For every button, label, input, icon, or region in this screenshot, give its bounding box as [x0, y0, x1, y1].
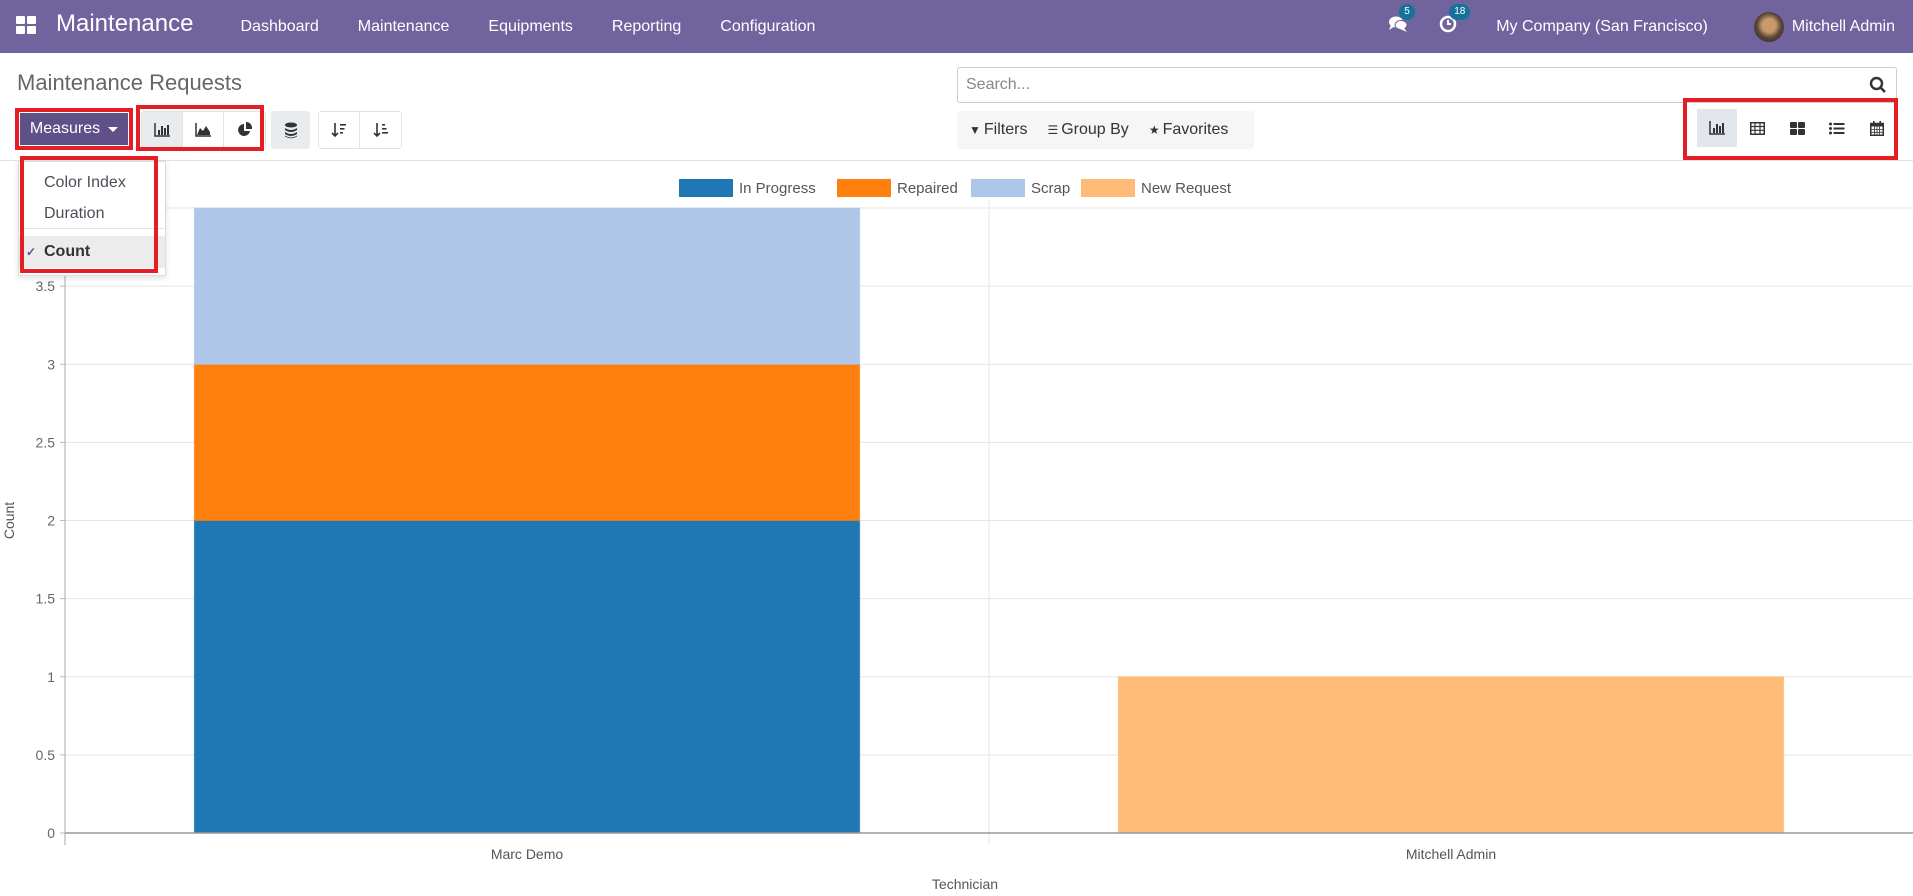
app-brand[interactable]: Maintenance [56, 10, 193, 38]
sort-descending-button[interactable] [319, 112, 360, 148]
view-calendar-button[interactable] [1857, 109, 1897, 147]
y-tick-label: 3.5 [36, 278, 56, 294]
control-panel: Maintenance Requests Measures ▼Filters [0, 53, 1913, 161]
filters-label: Filters [983, 121, 1028, 138]
filters-button[interactable]: ▼ Filters [969, 121, 1027, 139]
bars-icon: ☰ [1047, 123, 1059, 137]
group-by-label: Group By [1061, 121, 1129, 138]
x-axis-label: Technician [932, 876, 998, 891]
menu-reporting[interactable]: Reporting [592, 18, 700, 36]
table-icon [1749, 121, 1765, 135]
y-tick-label: 1.5 [36, 591, 56, 607]
y-tick-label: 1 [47, 669, 55, 685]
menu-maintenance[interactable]: Maintenance [338, 18, 469, 36]
menu-equipments[interactable]: Equipments [469, 18, 593, 36]
bar-segment [193, 363, 861, 521]
search-options: ▼ Filters ☰ Group By ★ Favorites [957, 111, 1254, 149]
pie-chart-button[interactable] [224, 112, 265, 148]
sort-ascending-button[interactable] [360, 112, 401, 148]
check-icon: ✓ [26, 245, 37, 259]
view-list-button[interactable] [1817, 109, 1857, 147]
list-icon [1829, 122, 1845, 134]
sort-group [318, 111, 402, 149]
search-input[interactable] [966, 76, 1868, 94]
sort-amount-down-icon [331, 123, 346, 138]
calendar-icon [1870, 120, 1884, 136]
activities-badge: 18 [1449, 4, 1471, 20]
main-menu: Dashboard Maintenance Equipments Reporti… [221, 0, 835, 53]
messages-button[interactable]: 5 [1388, 4, 1415, 38]
systray: 5 18 My Company (San Francisco) Mitchell… [1388, 0, 1895, 53]
activities-button[interactable]: 18 [1438, 4, 1471, 38]
measure-count[interactable]: ✓ Count [19, 236, 165, 268]
th-large-icon [1789, 121, 1805, 135]
star-icon: ★ [1148, 123, 1160, 137]
menu-configuration[interactable]: Configuration [701, 18, 835, 36]
top-navbar: Maintenance Dashboard Maintenance Equipm… [0, 0, 1913, 53]
legend-swatch [971, 179, 1025, 197]
caret-down-icon [108, 126, 119, 132]
page-title: Maintenance Requests [17, 70, 243, 95]
search-icon[interactable] [1868, 75, 1888, 95]
measures-button[interactable]: Measures [20, 113, 128, 145]
apps-menu-icon[interactable] [16, 16, 36, 34]
legend-label: Repaired [897, 180, 958, 197]
chart-type-group [141, 111, 266, 149]
dropdown-divider [19, 228, 165, 229]
favorites-button[interactable]: ★ Favorites [1149, 121, 1229, 139]
x-tick-label: Mitchell Admin [1406, 846, 1496, 862]
search-bar [957, 67, 1897, 103]
legend-swatch [837, 179, 891, 197]
measures-dropdown: Color Index Duration ✓ Count [18, 161, 166, 276]
bar-segment [1117, 676, 1785, 834]
filter-icon: ▼ [969, 123, 981, 137]
bar-chart-icon [1709, 121, 1725, 135]
y-tick-label: 0 [47, 825, 55, 841]
bar-chart-icon [154, 123, 170, 137]
stacked-toggle-button[interactable] [271, 111, 310, 149]
area-chart-icon [195, 123, 211, 137]
legend-swatch [679, 179, 733, 197]
chart-area: 0 0.5 1 1.5 2 2.5 3 3.5 Marc Demo Mitchell Admin C… [0, 162, 1913, 892]
favorites-label: Favorites [1162, 121, 1229, 138]
measure-color-index[interactable]: Color Index [19, 174, 165, 192]
user-avatar[interactable] [1753, 11, 1784, 42]
pie-chart-icon [237, 122, 252, 136]
line-chart-button[interactable] [183, 112, 224, 148]
y-tick-label: 0.5 [36, 747, 56, 763]
y-axis-label: Count [1, 502, 17, 539]
measure-count-label: Count [44, 243, 91, 260]
legend-label: Scrap [1031, 180, 1070, 197]
y-tick-label: 2.5 [36, 434, 56, 450]
bar-chart: 0 0.5 1 1.5 2 2.5 3 3.5 Marc Demo Mitchell Admin C… [1, 179, 1913, 892]
y-tick-label: 2 [47, 513, 55, 529]
bar-chart-button[interactable] [142, 112, 183, 148]
user-menu[interactable]: Mitchell Admin [1792, 18, 1895, 36]
legend-swatch [1081, 179, 1135, 197]
measures-label: Measures [29, 120, 101, 137]
x-tick-label: Marc Demo [491, 846, 564, 862]
view-graph-button[interactable] [1697, 109, 1737, 147]
database-icon [284, 122, 297, 138]
group-by-button[interactable]: ☰ Group By [1047, 121, 1128, 139]
view-kanban-button[interactable] [1777, 109, 1817, 147]
view-switcher [1697, 109, 1897, 147]
view-pivot-button[interactable] [1737, 109, 1777, 147]
bar-segment [193, 520, 861, 834]
bar-segment [193, 207, 861, 365]
measure-duration[interactable]: Duration [19, 205, 165, 223]
sort-amount-up-icon [372, 123, 388, 138]
company-switcher[interactable]: My Company (San Francisco) [1496, 18, 1708, 36]
legend-label: New Request [1141, 180, 1232, 197]
legend-label: In Progress [739, 180, 816, 197]
menu-dashboard[interactable]: Dashboard [221, 18, 338, 36]
y-tick-label: 3 [47, 356, 55, 372]
messages-badge: 5 [1399, 4, 1415, 20]
